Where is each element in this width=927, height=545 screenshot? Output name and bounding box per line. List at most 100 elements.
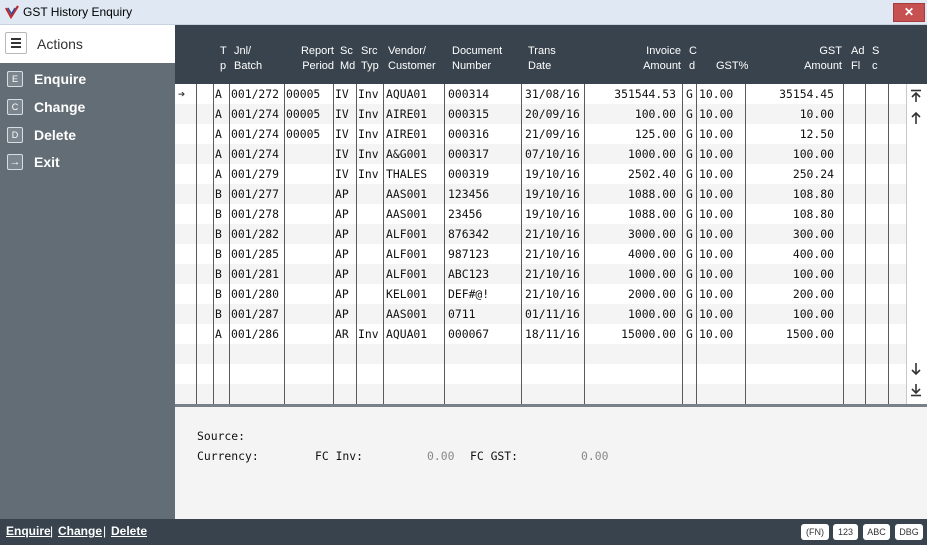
cell-scmd: IV — [335, 107, 349, 121]
col-header-cd[interactable]: C d — [689, 44, 697, 74]
cell-srctyp — [358, 284, 383, 304]
cell-cd: G — [686, 87, 693, 101]
cell-vendor: AAS001 — [386, 207, 428, 221]
cell-srctyp — [358, 204, 383, 224]
cell-inv: 125.00 — [634, 127, 676, 141]
cell-tp: A — [215, 127, 222, 141]
cell-gstpct: 10.00 — [699, 107, 734, 121]
sidebar-item-enquire[interactable]: E Enquire — [0, 65, 175, 91]
cell-scmd: AP — [335, 267, 349, 281]
cell-tp: B — [215, 227, 222, 241]
cell-srctyp — [358, 244, 383, 264]
cell-date: 19/10/16 — [525, 207, 580, 221]
cell-inv: 1000.00 — [627, 307, 676, 321]
col-header-gstpct[interactable]: GST% — [716, 59, 748, 74]
status-bar: Enquire | Change | Delete (FN) 123 ABC D… — [0, 519, 927, 545]
alpha-mode-button[interactable]: ABC — [863, 524, 890, 540]
cell-inv: 1000.00 — [627, 147, 676, 161]
cell-gstpct: 10.00 — [699, 247, 734, 261]
title-bar: GST History Enquiry ✕ — [0, 0, 927, 25]
cell-date: 01/11/16 — [525, 307, 580, 321]
col-header-sc[interactable]: S c — [872, 44, 879, 74]
col-header-batch[interactable]: Jnl/ Batch — [234, 44, 262, 74]
cell-cd: G — [686, 287, 693, 301]
cell-date: 21/09/16 — [525, 127, 580, 141]
cell-batch: 001/286 — [231, 327, 280, 341]
col-header-period[interactable]: Report Period — [299, 44, 334, 74]
cell-inv: 100.00 — [634, 107, 676, 121]
fn-mode-button[interactable]: (FN) — [801, 524, 829, 540]
cell-period: 00005 — [286, 87, 321, 101]
scroll-to-top-icon[interactable] — [909, 89, 923, 103]
cell-batch: 001/287 — [231, 307, 280, 321]
status-link-enquire[interactable]: Enquire — [6, 524, 51, 538]
scroll-up-icon[interactable] — [909, 111, 923, 125]
status-link-delete[interactable]: Delete — [111, 524, 147, 538]
cell-tp: A — [215, 107, 222, 121]
cell-period — [286, 264, 332, 284]
numeric-mode-button[interactable]: 123 — [833, 524, 858, 540]
cell-batch: 001/278 — [231, 207, 280, 221]
sidebar-item-label: Change — [34, 99, 86, 115]
status-link-change[interactable]: Change — [58, 524, 102, 538]
cell-vendor: AIRE01 — [386, 127, 428, 141]
actions-label: Actions — [37, 36, 83, 52]
cell-tp: A — [215, 87, 222, 101]
cell-tp: B — [215, 307, 222, 321]
col-header-gstamt[interactable]: GST Amount — [792, 44, 842, 74]
main-panel: T p Jnl/ Batch Report Period Sc Md Src T… — [175, 25, 927, 519]
col-header-doc[interactable]: Document Number — [452, 44, 502, 74]
scroll-to-bottom-icon[interactable] — [909, 383, 923, 397]
close-button[interactable]: ✕ — [893, 3, 925, 22]
sidebar-item-delete[interactable]: D Delete — [0, 121, 175, 147]
cell-vendor: ALF001 — [386, 247, 428, 261]
scroll-down-icon[interactable] — [909, 362, 923, 376]
cell-srctyp — [358, 184, 383, 204]
col-header-scmd[interactable]: Sc Md — [340, 44, 355, 74]
cell-doc: 23456 — [448, 207, 483, 221]
sidebar-item-label: Exit — [34, 154, 60, 170]
sidebar: Actions E Enquire C Change D Delete → Ex… — [0, 25, 175, 519]
row-pointer-icon: ➔ — [178, 87, 186, 101]
cell-scmd: AP — [335, 307, 349, 321]
cell-period — [286, 184, 332, 204]
cell-srctyp: Inv — [358, 147, 379, 161]
col-header-adfl[interactable]: Ad Fl — [851, 44, 864, 74]
cell-batch: 001/282 — [231, 227, 280, 241]
cell-scmd: AP — [335, 247, 349, 261]
cell-gstamt: 35154.45 — [779, 87, 834, 101]
cell-batch: 001/274 — [231, 127, 280, 141]
cell-date: 19/10/16 — [525, 187, 580, 201]
cell-doc: 0711 — [448, 307, 476, 321]
grid-header: T p Jnl/ Batch Report Period Sc Md Src T… — [175, 25, 927, 84]
cell-scmd: AR — [335, 327, 349, 341]
debug-mode-button[interactable]: DBG — [895, 524, 923, 540]
col-header-invoice[interactable]: Invoice Amount — [631, 44, 681, 74]
cell-batch: 001/274 — [231, 107, 280, 121]
hamburger-menu-icon[interactable] — [5, 32, 27, 54]
sidebar-item-change[interactable]: C Change — [0, 93, 175, 119]
col-header-srctyp[interactable]: Src Typ — [361, 44, 379, 74]
cell-cd: G — [686, 147, 693, 161]
col-header-date[interactable]: Trans Date — [528, 44, 556, 74]
cell-gstpct: 10.00 — [699, 167, 734, 181]
cell-tp: A — [215, 147, 222, 161]
cell-gstamt: 100.00 — [792, 307, 834, 321]
sidebar-item-exit[interactable]: → Exit — [0, 148, 175, 174]
cell-vendor: ALF001 — [386, 267, 428, 281]
cell-date: 18/11/16 — [525, 327, 580, 341]
cell-gstamt: 12.50 — [799, 127, 834, 141]
cell-vendor: AQUA01 — [386, 87, 428, 101]
cell-srctyp: Inv — [358, 127, 379, 141]
cell-vendor: AIRE01 — [386, 107, 428, 121]
cell-scmd: IV — [335, 87, 349, 101]
cell-date: 21/10/16 — [525, 227, 580, 241]
cell-scmd: AP — [335, 187, 349, 201]
cell-period — [286, 164, 332, 184]
col-header-tp[interactable]: T p — [220, 44, 227, 74]
cell-inv: 1088.00 — [627, 207, 676, 221]
cell-date: 21/10/16 — [525, 267, 580, 281]
cell-gstpct: 10.00 — [699, 87, 734, 101]
cell-inv: 2502.40 — [627, 167, 676, 181]
col-header-vendor[interactable]: Vendor/ Customer — [388, 44, 436, 74]
